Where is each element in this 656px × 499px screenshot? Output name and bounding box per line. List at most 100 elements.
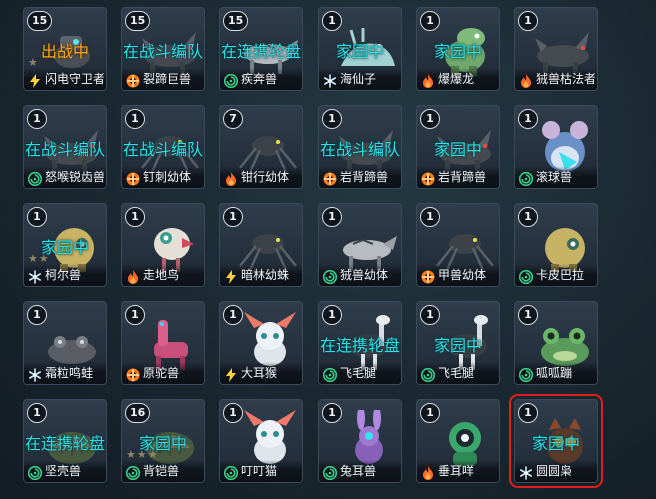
creature-name: 兔耳兽 xyxy=(340,464,377,478)
wind-element-icon xyxy=(322,269,338,285)
creature-name: 霜粒鸣蛙 xyxy=(45,366,94,380)
name-bar: 背铠兽 xyxy=(122,460,204,482)
wind-element-icon xyxy=(518,171,534,187)
creature-name: 岩背蹄兽 xyxy=(438,170,487,184)
creature-card[interactable]: 15 在战斗编队 裂蹄巨兽 xyxy=(121,7,205,91)
count-badge: 1 xyxy=(322,305,342,325)
creature-card[interactable]: 1 家园中岩背蹄兽 xyxy=(416,105,500,189)
creature-card[interactable]: 1 暗林幼蛛 xyxy=(219,203,303,287)
creature-name: 裂蹄巨兽 xyxy=(143,72,192,86)
creature-card[interactable]: 15 在连携轮盘疾奔兽 xyxy=(219,7,303,91)
creature-card[interactable]: 1 家园中 ★★ 柯尔兽 xyxy=(23,203,107,287)
wind-element-icon xyxy=(27,171,43,187)
creature-card[interactable]: 1 卡皮巴拉 xyxy=(514,203,598,287)
count-badge: 1 xyxy=(27,403,47,423)
creature-card[interactable]: 1 狨兽幼体 xyxy=(318,203,402,287)
creature-card[interactable]: 1 垂耳咩 xyxy=(416,399,500,483)
fire-fist-element-icon xyxy=(126,73,140,88)
status-label: 家园中 xyxy=(335,42,384,61)
lightning-element-icon xyxy=(224,367,238,382)
creature-name: 走地鸟 xyxy=(143,268,180,282)
creature-name: 岩背蹄兽 xyxy=(340,170,389,184)
name-bar: 飞毛腿 xyxy=(417,362,499,384)
creature-card[interactable]: 1 家园中 圆圆枭 xyxy=(509,394,603,488)
name-bar: 走地鸟 xyxy=(122,264,204,286)
wind-element-icon xyxy=(518,367,534,383)
creature-name: 卡皮巴拉 xyxy=(536,268,585,282)
creature-card[interactable]: 16 家园中 ★★★ 背铠兽 xyxy=(121,399,205,483)
creature-card[interactable]: 15 出战中 ★ 闪电守卫者 xyxy=(23,7,107,91)
count-badge: 1 xyxy=(420,109,440,129)
creature-name: 海仙子 xyxy=(340,72,377,86)
creature-name: 坚壳兽 xyxy=(45,464,82,478)
count-badge: 1 xyxy=(125,109,145,129)
creature-card[interactable]: 1 在战斗编队 怒喉锐齿兽 xyxy=(23,105,107,189)
count-badge: 7 xyxy=(223,109,243,129)
fire-fist-element-icon xyxy=(323,171,337,186)
fire-fist-element-icon xyxy=(126,171,140,186)
name-bar: 岩背蹄兽 xyxy=(319,166,401,188)
status-label: 在战斗编队 xyxy=(122,140,203,159)
status-label: 在连携轮盘 xyxy=(319,336,400,355)
count-badge: 1 xyxy=(322,207,342,227)
creature-card[interactable]: 1 大耳猴 xyxy=(219,301,303,385)
count-badge: 1 xyxy=(27,305,47,325)
count-badge: 1 xyxy=(518,207,538,227)
wind-element-icon xyxy=(420,367,436,383)
creature-card[interactable]: 1 家园中海仙子 xyxy=(318,7,402,91)
status-label: 在战斗编队 xyxy=(122,42,203,61)
creature-card[interactable]: 1 呱呱蹦 xyxy=(514,301,598,385)
creature-name: 狨兽枯法者 xyxy=(536,72,595,86)
name-bar: 滚球兽 xyxy=(515,166,597,188)
creature-name: 大耳猴 xyxy=(241,366,278,380)
wind-element-icon xyxy=(223,73,239,89)
count-badge: 1 xyxy=(223,403,243,423)
fire-element-icon xyxy=(224,171,238,186)
creature-card[interactable]: 1 走地鸟 xyxy=(121,203,205,287)
creature-name: 垂耳咩 xyxy=(438,464,475,478)
name-bar: 呱呱蹦 xyxy=(515,362,597,384)
ice-element-icon xyxy=(323,73,337,88)
creature-name: 甲兽幼体 xyxy=(438,268,487,282)
creature-card[interactable]: 1 家园中 飞毛腿 xyxy=(416,301,500,385)
creature-card[interactable]: 1 霜粒鸣蛙 xyxy=(23,301,107,385)
ice-element-icon xyxy=(519,465,533,480)
name-bar: 钳行幼体 xyxy=(220,166,302,188)
status-label: 在连携轮盘 xyxy=(220,42,301,61)
creature-card[interactable]: 1 滚球兽 xyxy=(514,105,598,189)
fire-element-icon xyxy=(421,73,435,88)
creature-name: 狨兽幼体 xyxy=(340,268,389,282)
creature-card[interactable]: 1 狨兽枯法者 xyxy=(514,7,598,91)
creature-card[interactable]: 1 在连携轮盘 坚壳兽 xyxy=(23,399,107,483)
creature-card[interactable]: 1 原驼兽 xyxy=(121,301,205,385)
count-badge: 1 xyxy=(518,403,538,423)
wind-element-icon xyxy=(125,465,141,481)
status-label: 家园中 xyxy=(531,434,580,453)
creature-card[interactable]: 1 在战斗编队钉刺幼体 xyxy=(121,105,205,189)
name-bar: 狨兽幼体 xyxy=(319,264,401,286)
creature-name: 钉刺幼体 xyxy=(143,170,192,184)
name-bar: 兔耳兽 xyxy=(319,460,401,482)
count-badge: 1 xyxy=(322,11,342,31)
count-badge: 15 xyxy=(223,11,249,31)
count-badge: 1 xyxy=(223,305,243,325)
creature-card[interactable]: 1 兔耳兽 xyxy=(318,399,402,483)
lightning-element-icon xyxy=(224,269,238,284)
creature-card[interactable]: 1 叮叮猫 xyxy=(219,399,303,483)
wind-element-icon xyxy=(223,465,239,481)
creature-card[interactable]: 1 在连携轮盘 飞毛腿 xyxy=(318,301,402,385)
count-badge: 16 xyxy=(125,403,151,423)
name-bar: 爆爆龙 xyxy=(417,68,499,90)
count-badge: 1 xyxy=(518,305,538,325)
name-bar: 暗林幼蛛 xyxy=(220,264,302,286)
creature-card[interactable]: 1 在战斗编队 岩背蹄兽 xyxy=(318,105,402,189)
name-bar: 裂蹄巨兽 xyxy=(122,68,204,90)
creature-name: 疾奔兽 xyxy=(241,72,278,86)
creature-name: 暗林幼蛛 xyxy=(241,268,290,282)
creature-card[interactable]: 1 家园中 爆爆龙 xyxy=(416,7,500,91)
count-badge: 1 xyxy=(125,305,145,325)
creature-card[interactable]: 1 甲兽幼体 xyxy=(416,203,500,287)
name-bar: 岩背蹄兽 xyxy=(417,166,499,188)
creature-card[interactable]: 7 钳行幼体 xyxy=(219,105,303,189)
status-label: 家园中 xyxy=(433,140,482,159)
